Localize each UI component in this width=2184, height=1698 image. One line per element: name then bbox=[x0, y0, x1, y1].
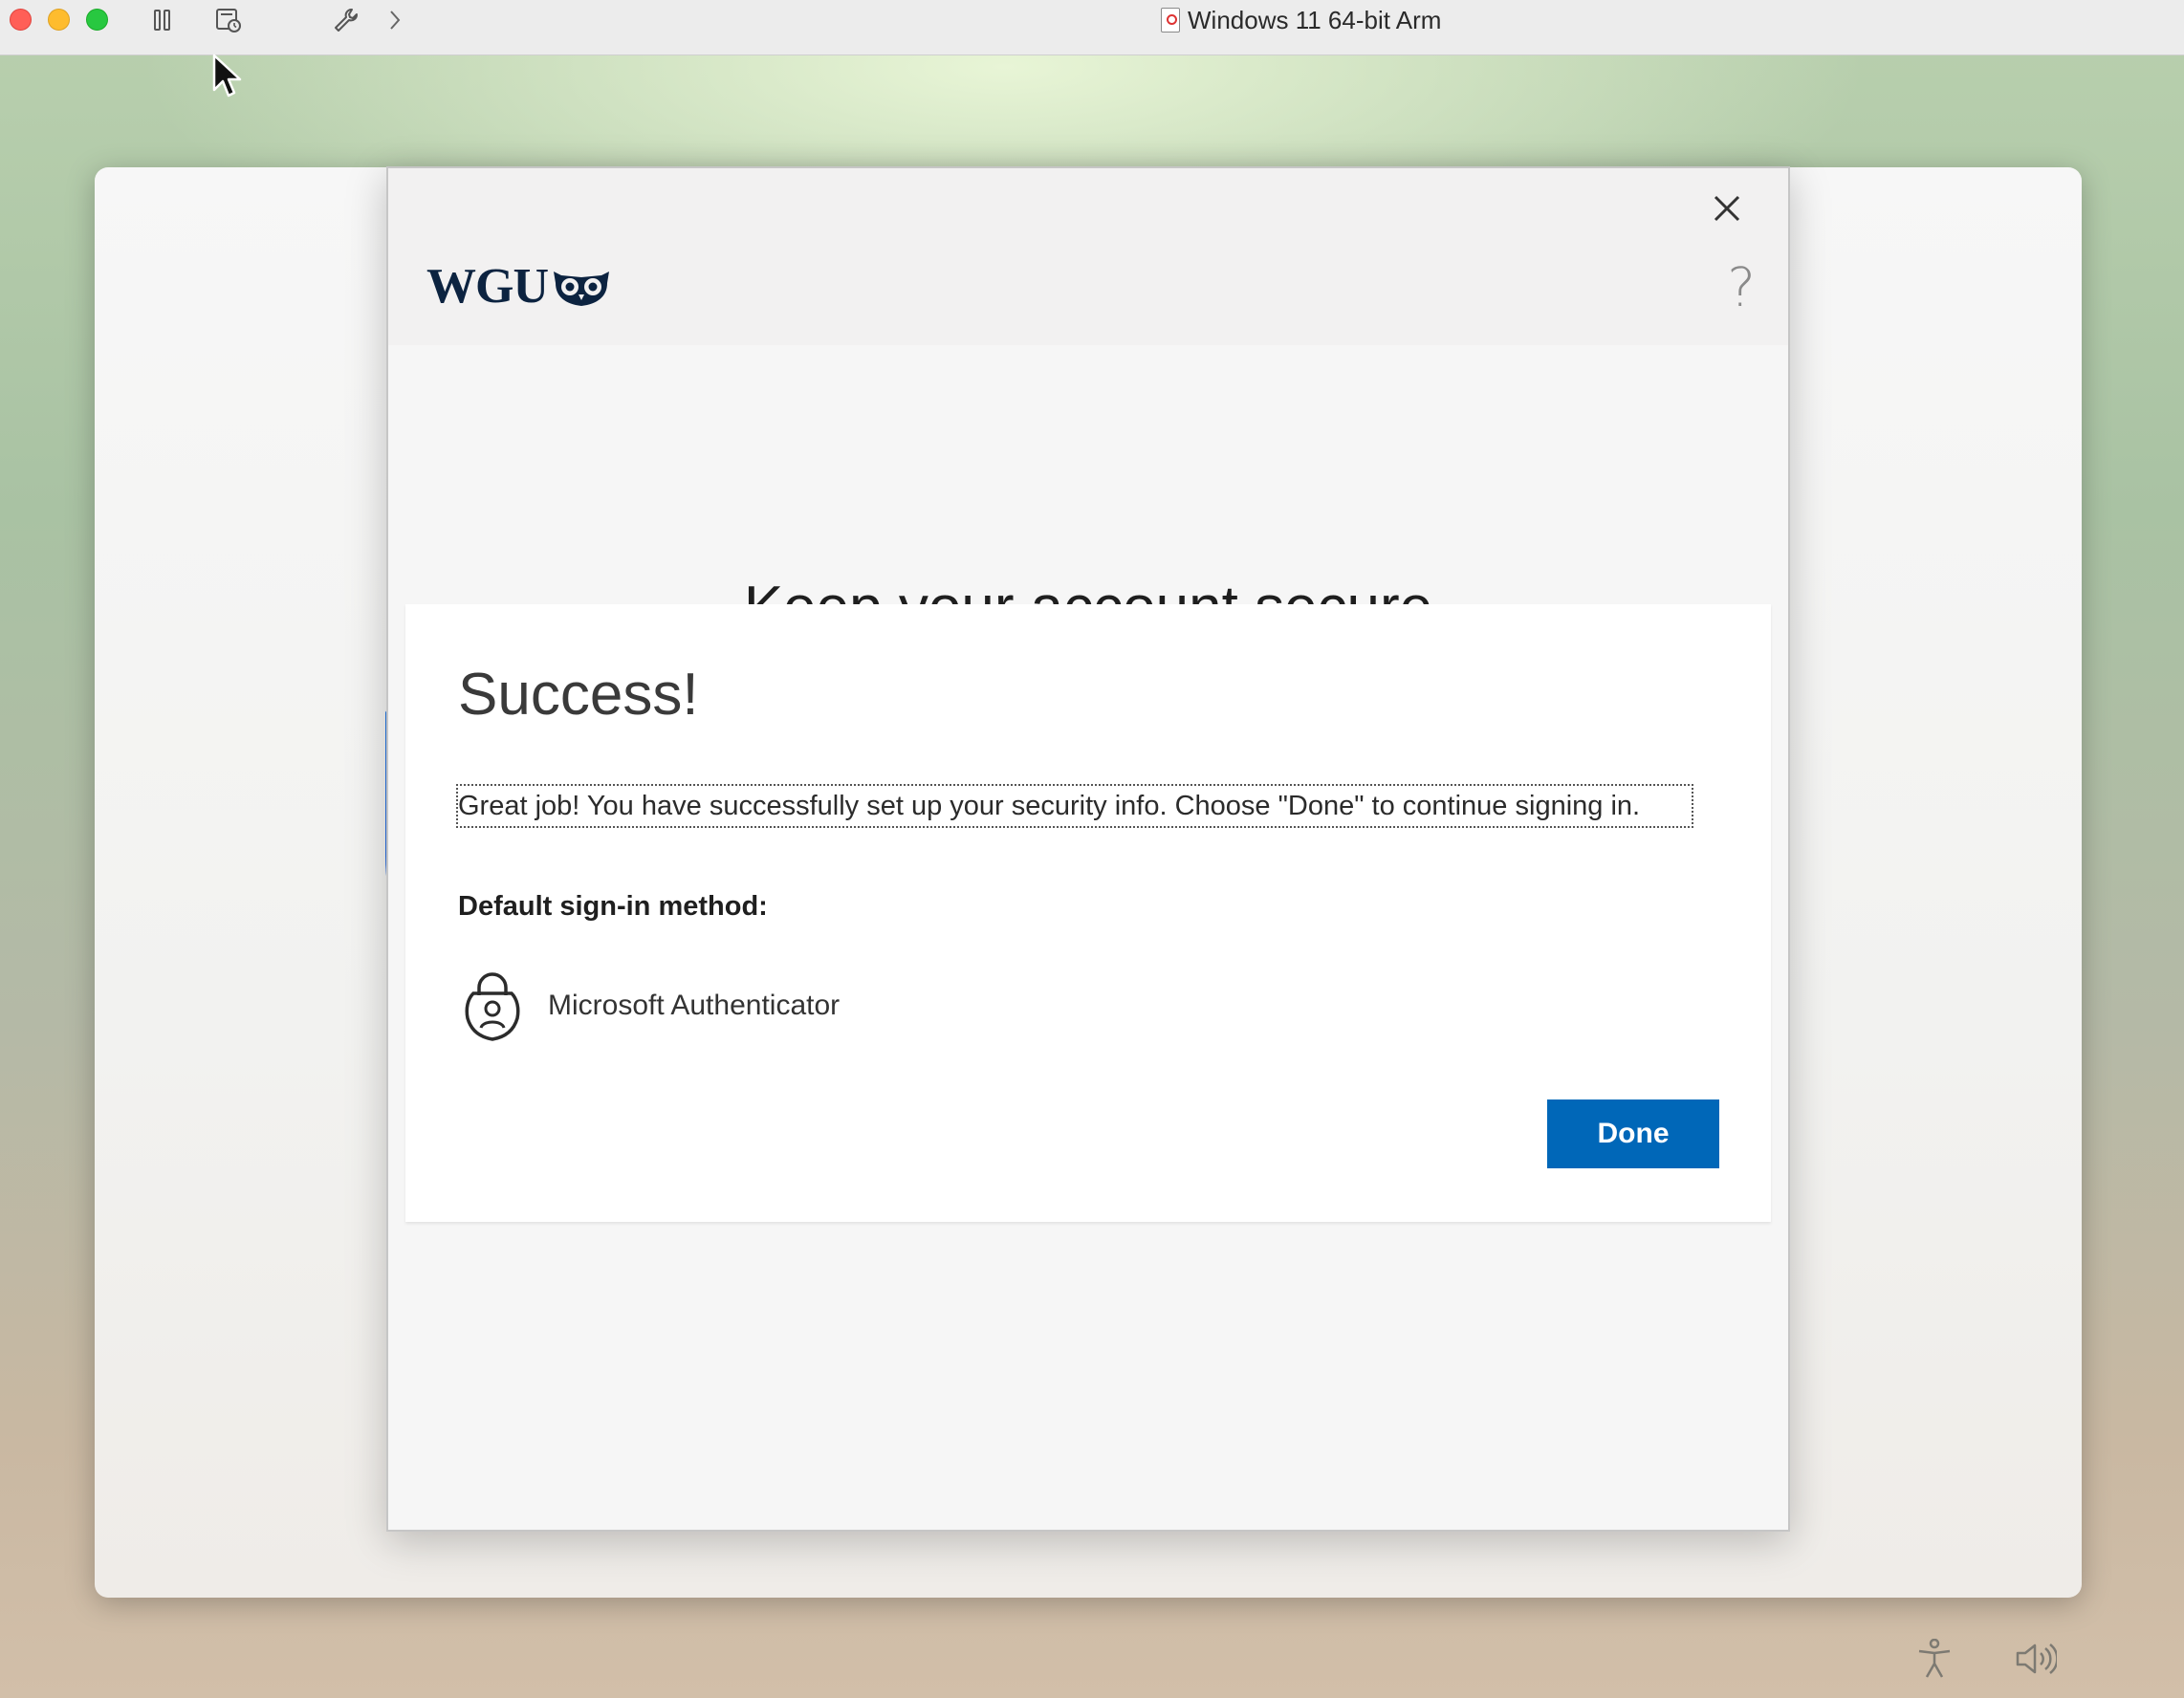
authenticator-lock-icon bbox=[458, 969, 527, 1042]
window-close-button[interactable] bbox=[10, 9, 32, 31]
snapshot-icon[interactable] bbox=[214, 6, 243, 34]
document-icon bbox=[1161, 8, 1180, 33]
done-button[interactable]: Done bbox=[1547, 1099, 1719, 1168]
owl-logo-icon bbox=[554, 272, 609, 306]
window-minimize-button[interactable] bbox=[48, 9, 70, 31]
success-message: Great job! You have successfully set up … bbox=[456, 784, 1693, 828]
success-card: Success! Great job! You have successfull… bbox=[405, 604, 1771, 1222]
default-method-row: Microsoft Authenticator bbox=[458, 969, 840, 1042]
wrench-icon[interactable] bbox=[332, 6, 360, 34]
volume-icon[interactable] bbox=[2014, 1637, 2058, 1681]
logo-text: WGU bbox=[426, 259, 549, 314]
dialog-header: WGU ? bbox=[388, 168, 1788, 345]
window-title: Windows 11 64-bit Arm bbox=[1161, 5, 1441, 35]
security-info-dialog: WGU ? Keep your account secure Success! … bbox=[386, 166, 1790, 1532]
wgu-logo: WGU bbox=[426, 262, 611, 312]
mouse-cursor-icon bbox=[212, 54, 242, 98]
chevron-right-icon[interactable] bbox=[381, 6, 409, 34]
accessibility-icon[interactable] bbox=[1912, 1637, 1956, 1681]
default-method-label: Default sign-in method: bbox=[458, 891, 768, 922]
close-icon[interactable] bbox=[1708, 189, 1746, 228]
vm-title-bar: Windows 11 64-bit Arm bbox=[0, 0, 2184, 55]
help-icon[interactable]: ? bbox=[1727, 262, 1756, 316]
success-title: Success! bbox=[458, 662, 699, 728]
method-name: Microsoft Authenticator bbox=[548, 990, 841, 1021]
window-title-text: Windows 11 64-bit Arm bbox=[1188, 5, 1442, 34]
window-zoom-button[interactable] bbox=[86, 9, 108, 31]
pause-icon[interactable] bbox=[148, 6, 177, 34]
